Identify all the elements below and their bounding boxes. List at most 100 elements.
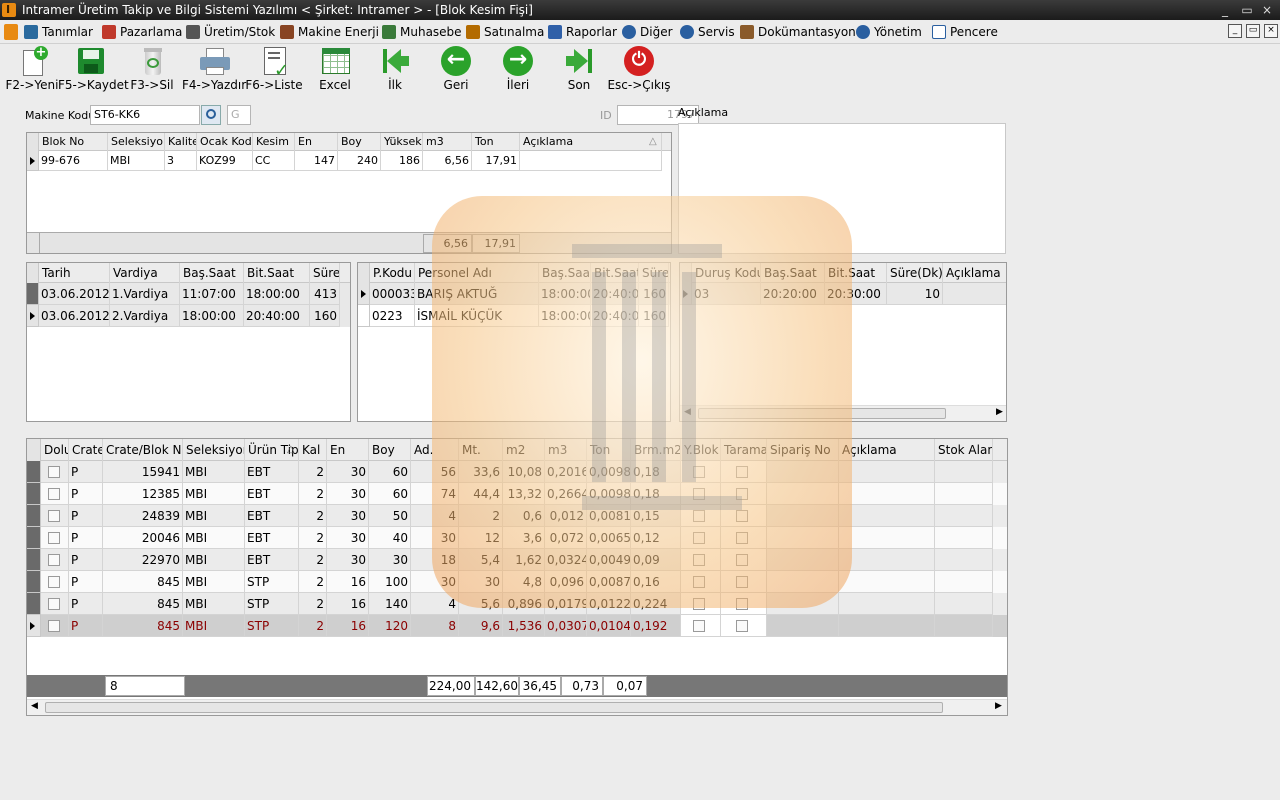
cell-m3[interactable]: 0,096 [545, 571, 587, 593]
cell-dolu[interactable] [41, 549, 69, 571]
col-bit-saat[interactable]: Bit.Saat [825, 263, 887, 283]
cell-crate[interactable]: P [69, 549, 103, 571]
y-blok-checkbox[interactable] [693, 576, 705, 588]
cell-urun-tipi[interactable]: EBT [245, 483, 299, 505]
back-button[interactable]: ← Geri [424, 46, 488, 92]
cell-m2[interactable]: 10,08 [503, 461, 545, 483]
cell-crate-blok-no[interactable]: 12385 [103, 483, 183, 505]
list-button[interactable]: ✓ F6->Liste [242, 46, 306, 92]
cell-y-blok[interactable] [681, 505, 721, 527]
cell-p-kodu[interactable]: 000033 [370, 283, 415, 305]
cell-seleksiyon[interactable]: MBI [183, 483, 245, 505]
cell-ad[interactable]: 4 [411, 593, 459, 615]
cell-tarama[interactable] [721, 483, 767, 505]
cell-siparis-no[interactable] [767, 593, 839, 615]
menu-servis[interactable]: Servis [680, 23, 735, 41]
col-boy[interactable]: Boy [369, 439, 411, 461]
cell-crate[interactable]: P [69, 615, 103, 637]
cell-m2[interactable]: 0,6 [503, 505, 545, 527]
cell-crate[interactable]: P [69, 461, 103, 483]
col-bit-saat[interactable]: Bit.Saat [244, 263, 310, 283]
scroll-thumb[interactable] [698, 408, 946, 419]
menu-pazarlama[interactable]: Pazarlama [102, 23, 182, 41]
col-bas-saat[interactable]: Baş.Saat [180, 263, 244, 283]
col-ad[interactable]: Ad. [411, 439, 459, 461]
cell-bit-saat[interactable]: 20:30:00 [825, 283, 887, 305]
cell-tarama[interactable] [721, 527, 767, 549]
cell-crate[interactable]: P [69, 527, 103, 549]
menu-yonetim[interactable]: Yönetim [856, 23, 922, 41]
cell-stok-alan[interactable] [935, 461, 993, 483]
col-durus-kodu[interactable]: Duruş Kodu [692, 263, 761, 283]
cell-sure[interactable]: 160 [639, 305, 669, 327]
tarama-checkbox[interactable] [736, 598, 748, 610]
cell-siparis-no[interactable] [767, 615, 839, 637]
cell-aciklama[interactable] [839, 571, 935, 593]
cell-p-kodu[interactable]: 0223 [370, 305, 415, 327]
cell-tarama[interactable] [721, 549, 767, 571]
cell-personel-adi[interactable]: İSMAİL KÜÇÜK [415, 305, 539, 327]
col-kesim[interactable]: Kesim [253, 133, 295, 151]
search-button[interactable] [201, 105, 221, 125]
cell-seleksiyon[interactable]: MBI [183, 571, 245, 593]
col-ocak-kodu[interactable]: Ocak Kodu [197, 133, 253, 151]
product-row[interactable]: P 12385 MBI EBT 2 30 60 74 44,4 13,32 0,2664 0,0098… [27, 483, 1007, 505]
cell-crate[interactable]: P [69, 571, 103, 593]
menu-satinalma[interactable]: Satınalma [466, 23, 544, 41]
col-crate-blok-no[interactable]: Crate/Blok No [103, 439, 183, 461]
cell-siparis-no[interactable] [767, 527, 839, 549]
tarama-checkbox[interactable] [736, 532, 748, 544]
cell-brm-m2[interactable]: 0,224 [631, 593, 681, 615]
cell-brm-m2[interactable]: 0,09 [631, 549, 681, 571]
cell-urun-tipi[interactable]: EBT [245, 461, 299, 483]
cell-kal[interactable]: 2 [299, 571, 327, 593]
cell-aciklama[interactable] [839, 549, 935, 571]
cell-sure[interactable]: 160 [310, 305, 340, 327]
cell-bit-saat[interactable]: 20:40:00 [591, 305, 639, 327]
cell-m3[interactable]: 0,2664 [545, 483, 587, 505]
scroll-right-icon[interactable]: ▶ [996, 407, 1003, 417]
cell-bas-saat[interactable]: 18:00:00 [180, 305, 244, 327]
tarama-checkbox[interactable] [736, 554, 748, 566]
cell-boy[interactable]: 120 [369, 615, 411, 637]
col-kal[interactable]: Kal [299, 439, 327, 461]
first-button[interactable]: İlk [363, 46, 427, 92]
cell-m3[interactable]: 0,0179 [545, 593, 587, 615]
dolu-checkbox[interactable] [48, 598, 60, 610]
cell-brm-m2[interactable]: 0,15 [631, 505, 681, 527]
cell-boy[interactable]: 60 [369, 483, 411, 505]
cell-ton[interactable]: 0,0049 [587, 549, 631, 571]
dolu-checkbox[interactable] [48, 510, 60, 522]
y-blok-checkbox[interactable] [693, 466, 705, 478]
cell-mt[interactable]: 44,4 [459, 483, 503, 505]
cell-en[interactable]: 30 [327, 461, 369, 483]
personnel-row[interactable]: 000033 BARIŞ AKTUĞ 18:00:00 20:40:00 160 [358, 283, 670, 305]
col-m3[interactable]: m3 [545, 439, 587, 461]
cell-brm-m2[interactable]: 0,192 [631, 615, 681, 637]
cell-y-blok[interactable] [681, 593, 721, 615]
cell-durus-kodu[interactable]: 03 [692, 283, 761, 305]
dolu-checkbox[interactable] [48, 532, 60, 544]
cell-vardiya[interactable]: 1.Vardiya [110, 283, 180, 305]
cell-stok-alan[interactable] [935, 571, 993, 593]
menu-tanimlar[interactable]: Tanımlar [24, 23, 93, 41]
col-vardiya[interactable]: Vardiya [110, 263, 180, 283]
cell-en[interactable]: 16 [327, 571, 369, 593]
col-ton[interactable]: Ton [587, 439, 631, 461]
close-button[interactable]: × [1258, 2, 1276, 18]
cell-kal[interactable]: 2 [299, 593, 327, 615]
cell-en[interactable]: 30 [327, 483, 369, 505]
y-blok-checkbox[interactable] [693, 598, 705, 610]
y-blok-checkbox[interactable] [693, 532, 705, 544]
mdi-minimize-button[interactable]: _ [1228, 24, 1242, 38]
cell-stok-alan[interactable] [935, 593, 993, 615]
cell-en[interactable]: 147 [295, 151, 338, 171]
cell-tarama[interactable] [721, 593, 767, 615]
cell-m3[interactable]: 0,072 [545, 527, 587, 549]
cell-en[interactable]: 16 [327, 615, 369, 637]
tarama-checkbox[interactable] [736, 466, 748, 478]
cell-urun-tipi[interactable]: EBT [245, 549, 299, 571]
cell-ocak-kodu[interactable]: KOZ99 [197, 151, 253, 171]
cell-tarama[interactable] [721, 571, 767, 593]
stop-grid-scrollbar[interactable]: ◀ ▶ [680, 405, 1006, 421]
